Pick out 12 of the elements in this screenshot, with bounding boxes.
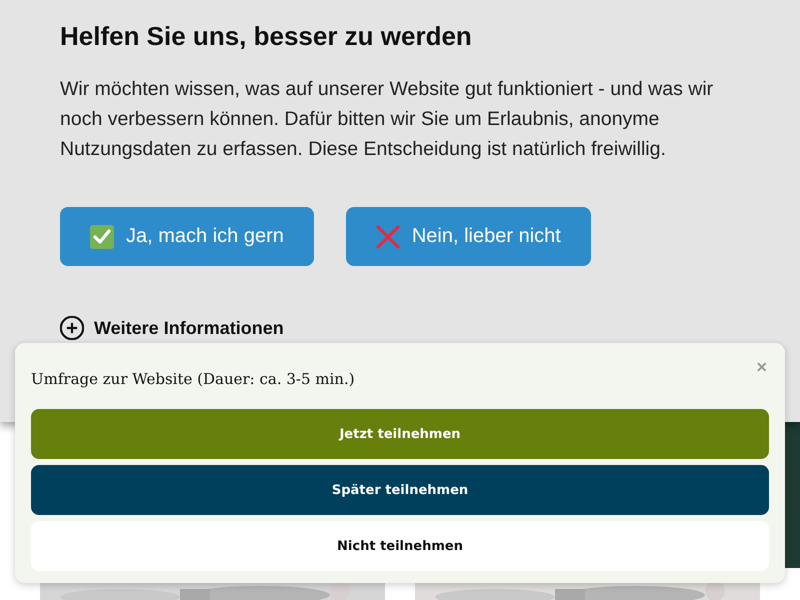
accept-button[interactable]: Ja, mach ich gern xyxy=(60,207,314,266)
decline-survey-button[interactable]: Nicht teilnehmen xyxy=(31,521,769,571)
later-button[interactable]: Später teilnehmen xyxy=(31,465,769,515)
close-button[interactable]: × xyxy=(756,357,767,377)
survey-title: Umfrage zur Website (Dauer: ca. 3-5 min.) xyxy=(31,369,356,390)
consent-title: Helfen Sie uns, besser zu werden xyxy=(60,20,473,52)
decline-button[interactable]: Nein, lieber nicht xyxy=(346,207,591,266)
more-info-link[interactable]: Weitere Informationen xyxy=(94,318,284,338)
participate-button[interactable]: Jetzt teilnehmen xyxy=(31,409,769,459)
cross-icon xyxy=(376,224,400,248)
check-icon xyxy=(90,224,114,248)
consent-text: Wir möchten wissen, was auf unserer Website gut funktioniert - und was wir noch verbessern können. Dafür bitten wir Sie um Erlaubnis, anonyme Nutzungsdaten zu erfassen. Diese Entscheidung ist natürlich freiwillig. xyxy=(60,77,714,162)
